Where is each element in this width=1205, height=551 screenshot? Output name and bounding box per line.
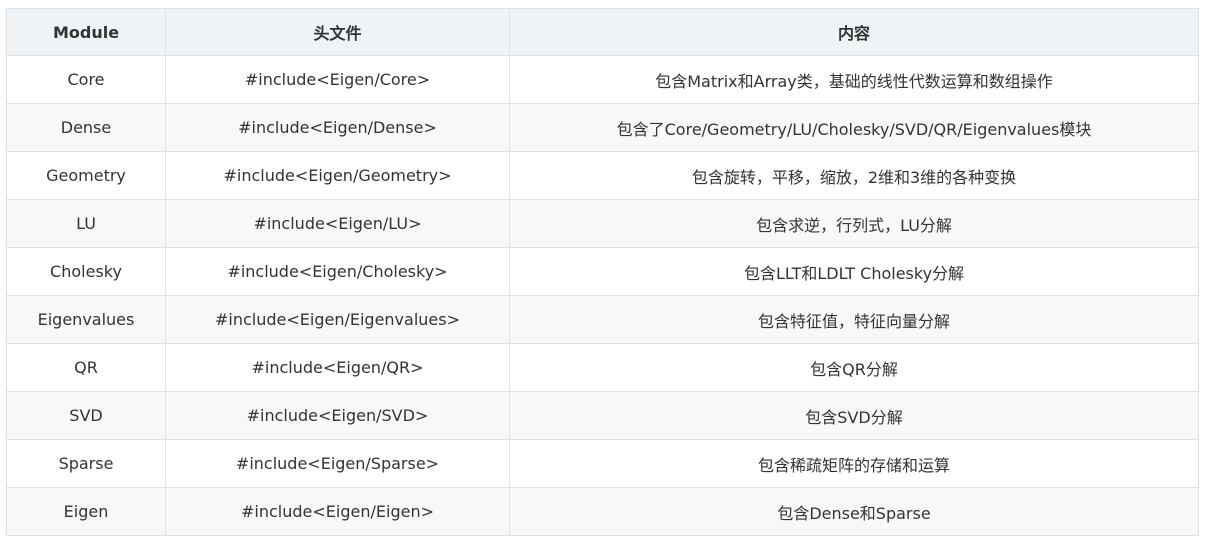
table-row: Eigenvalues #include<Eigen/Eigenvalues> … <box>6 295 1199 344</box>
cell-include-file: #include<Eigen/Eigenvalues> <box>165 295 510 344</box>
header-module: Module <box>6 8 166 56</box>
cell-include-file: #include<Eigen/LU> <box>165 199 510 248</box>
header-include-file: 头文件 <box>165 8 510 56</box>
cell-module: Sparse <box>6 439 166 488</box>
cell-content: 包含特征值，特征向量分解 <box>509 295 1199 344</box>
cell-module: LU <box>6 199 166 248</box>
cell-module: Eigen <box>6 487 166 536</box>
cell-module: Core <box>6 55 166 104</box>
cell-include-file: #include<Eigen/Core> <box>165 55 510 104</box>
cell-include-file: #include<Eigen/Geometry> <box>165 151 510 200</box>
table-row: Sparse #include<Eigen/Sparse> 包含稀疏矩阵的存储和… <box>6 439 1199 488</box>
cell-include-file: #include<Eigen/QR> <box>165 343 510 392</box>
cell-include-file: #include<Eigen/Cholesky> <box>165 247 510 296</box>
table-row: SVD #include<Eigen/SVD> 包含SVD分解 <box>6 391 1199 440</box>
cell-content: 包含Dense和Sparse <box>509 487 1199 536</box>
table-row: Core #include<Eigen/Core> 包含Matrix和Array… <box>6 55 1199 104</box>
table-row: Geometry #include<Eigen/Geometry> 包含旋转，平… <box>6 151 1199 200</box>
cell-content: 包含稀疏矩阵的存储和运算 <box>509 439 1199 488</box>
cell-include-file: #include<Eigen/Eigen> <box>165 487 510 536</box>
cell-module: Eigenvalues <box>6 295 166 344</box>
table-row: QR #include<Eigen/QR> 包含QR分解 <box>6 343 1199 392</box>
cell-module: Geometry <box>6 151 166 200</box>
cell-module: Dense <box>6 103 166 152</box>
cell-include-file: #include<Eigen/SVD> <box>165 391 510 440</box>
cell-content: 包含SVD分解 <box>509 391 1199 440</box>
table-header-row: Module 头文件 内容 <box>6 8 1199 56</box>
cell-module: Cholesky <box>6 247 166 296</box>
cell-content: 包含Matrix和Array类，基础的线性代数运算和数组操作 <box>509 55 1199 104</box>
header-content: 内容 <box>509 8 1199 56</box>
cell-content: 包含QR分解 <box>509 343 1199 392</box>
cell-content: 包含LLT和LDLT Cholesky分解 <box>509 247 1199 296</box>
cell-module: SVD <box>6 391 166 440</box>
cell-content: 包含求逆，行列式，LU分解 <box>509 199 1199 248</box>
table-body: Core #include<Eigen/Core> 包含Matrix和Array… <box>6 55 1199 536</box>
cell-include-file: #include<Eigen/Dense> <box>165 103 510 152</box>
cell-content: 包含了Core/Geometry/LU/Cholesky/SVD/QR/Eige… <box>509 103 1199 152</box>
cell-include-file: #include<Eigen/Sparse> <box>165 439 510 488</box>
table-row: LU #include<Eigen/LU> 包含求逆，行列式，LU分解 <box>6 199 1199 248</box>
table-row: Eigen #include<Eigen/Eigen> 包含Dense和Spar… <box>6 487 1199 536</box>
eigen-modules-table: Module 头文件 内容 Core #include<Eigen/Core> … <box>6 8 1199 536</box>
eigen-modules-table-wrapper: Module 头文件 内容 Core #include<Eigen/Core> … <box>6 8 1199 536</box>
table-row: Cholesky #include<Eigen/Cholesky> 包含LLT和… <box>6 247 1199 296</box>
table-header: Module 头文件 内容 <box>6 8 1199 56</box>
cell-content: 包含旋转，平移，缩放，2维和3维的各种变换 <box>509 151 1199 200</box>
cell-module: QR <box>6 343 166 392</box>
table-row: Dense #include<Eigen/Dense> 包含了Core/Geom… <box>6 103 1199 152</box>
